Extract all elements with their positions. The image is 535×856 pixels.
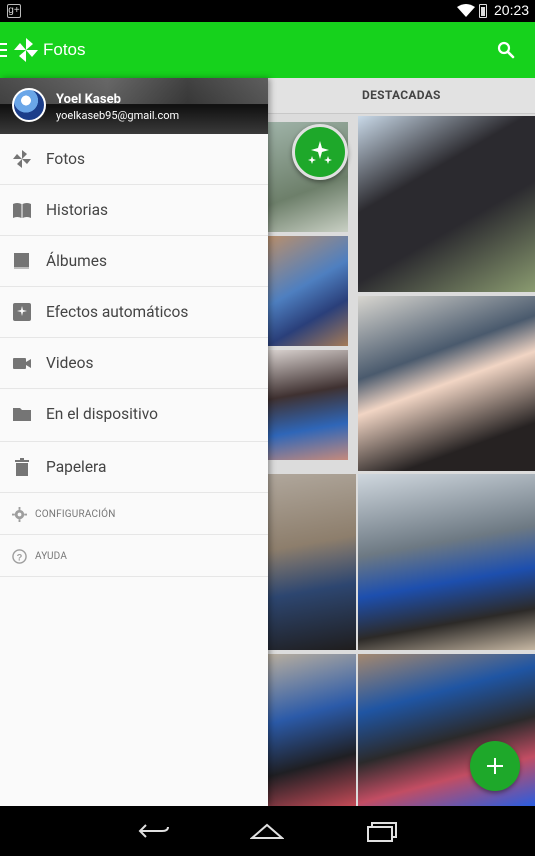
photos-logo-icon [14, 38, 38, 62]
drawer-menu: Fotos Historias Álbumes Efectos automáti… [0, 134, 268, 577]
drawer-item-label: Papelera [46, 458, 107, 476]
search-icon[interactable] [497, 41, 515, 59]
photo-thumbnail[interactable] [358, 116, 535, 292]
drawer-item-label: En el dispositivo [46, 405, 158, 423]
drawer-item-efectos[interactable]: Efectos automáticos [0, 287, 268, 338]
drawer-item-label: Historias [46, 201, 109, 219]
recents-icon[interactable] [366, 822, 398, 842]
app-title[interactable]: Fotos [43, 40, 86, 60]
drawer-item-papelera[interactable]: Papelera [0, 442, 268, 493]
tab-bar: DESTACADAS [268, 78, 535, 114]
drawer-item-historias[interactable]: Historias [0, 185, 268, 236]
back-icon[interactable] [138, 822, 170, 840]
plus-icon [487, 758, 503, 774]
drawer-item-albumes[interactable]: Álbumes [0, 236, 268, 287]
navigation-drawer: Yoel Kaseb yoelkaseb95@gmail.com Fotos H… [0, 78, 268, 806]
account-name: Yoel Kaseb [56, 92, 121, 107]
photo-thumbnail[interactable] [268, 236, 348, 346]
drawer-item-label: Fotos [46, 150, 86, 168]
pinwheel-icon [13, 150, 31, 168]
book-icon [13, 203, 31, 218]
account-email: yoelkaseb95@gmail.com [56, 109, 180, 122]
video-camera-icon [13, 358, 31, 369]
sparkle-icon [308, 141, 332, 164]
photo-thumbnail[interactable] [268, 654, 356, 806]
album-icon [14, 253, 29, 269]
photo-thumbnail[interactable] [358, 474, 535, 650]
app-bar: Fotos [0, 22, 535, 78]
sparkle-icon [13, 303, 31, 321]
battery-icon [479, 4, 487, 18]
trash-icon [15, 458, 29, 476]
drawer-item-fotos[interactable]: Fotos [0, 134, 268, 185]
drawer-item-videos[interactable]: Videos [0, 338, 268, 389]
status-time: 20:23 [494, 2, 530, 18]
home-icon[interactable] [250, 822, 284, 840]
photo-thumbnail[interactable] [268, 350, 348, 460]
photo-thumbnail[interactable] [268, 474, 356, 650]
account-header[interactable]: Yoel Kaseb yoelkaseb95@gmail.com [0, 78, 268, 134]
status-bar: g+ 20:23 [0, 0, 535, 22]
wifi-icon [457, 4, 475, 17]
drawer-item-label: AYUDA [35, 551, 68, 562]
tab-destacadas[interactable]: DESTACADAS [362, 88, 441, 102]
auto-effects-fab[interactable] [292, 124, 348, 180]
photo-thumbnail[interactable] [358, 296, 535, 471]
menu-icon[interactable] [0, 43, 7, 57]
svg-text:?: ? [17, 552, 23, 562]
drawer-item-label: Efectos automáticos [46, 303, 189, 321]
drawer-item-label: Videos [46, 354, 94, 372]
system-nav-bar [0, 806, 535, 856]
drawer-item-dispositivo[interactable]: En el dispositivo [0, 389, 268, 442]
drawer-item-label: Álbumes [46, 252, 107, 270]
drawer-item-label: CONFIGURACIÓN [35, 509, 116, 520]
avatar[interactable] [12, 88, 46, 122]
drawer-item-ayuda[interactable]: ? AYUDA [0, 535, 268, 577]
google-plus-icon: g+ [7, 4, 21, 18]
gear-icon [12, 507, 27, 522]
photo-grid: DESTACADAS [268, 78, 535, 806]
help-icon: ? [12, 549, 27, 564]
drawer-item-configuracion[interactable]: CONFIGURACIÓN [0, 493, 268, 535]
folder-icon [13, 408, 31, 421]
add-fab[interactable] [470, 741, 520, 791]
